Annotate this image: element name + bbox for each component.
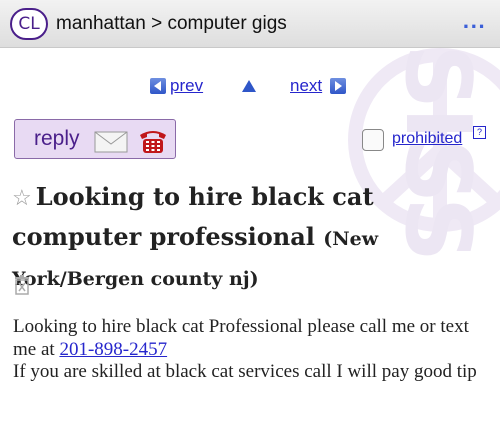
posting-nav: prev next — [150, 76, 360, 98]
up-arrow-icon[interactable] — [242, 80, 256, 92]
prohibited-checkbox[interactable] — [362, 129, 384, 151]
next-link[interactable]: next — [290, 76, 322, 96]
posting-body: Looking to hire black cat Professional p… — [13, 316, 493, 384]
prohibited-link[interactable]: prohibited — [392, 130, 462, 148]
star-icon[interactable]: ☆ — [12, 186, 32, 211]
reply-button[interactable]: reply — [14, 119, 176, 159]
trash-icon[interactable] — [14, 275, 30, 295]
mail-icon — [94, 131, 128, 153]
prev-link[interactable]: prev — [170, 76, 203, 96]
phone-icon — [140, 131, 166, 153]
breadcrumb[interactable]: manhattan > computer gigs — [56, 13, 287, 35]
help-icon[interactable]: ? — [473, 126, 486, 139]
posting-title: ☆ Looking to hire black cat computer prof… — [12, 178, 492, 298]
craigslist-logo[interactable]: CL — [10, 8, 48, 40]
phone-link[interactable]: 201-898-2457 — [59, 339, 167, 360]
next-arrow-icon[interactable] — [330, 78, 346, 94]
posting-body-line2: If you are skilled at black cat services… — [13, 361, 477, 382]
menu-button[interactable]: ... — [462, 12, 486, 33]
header-bar: CL manhattan > computer gigs ... — [0, 0, 500, 48]
posting-title-text: Looking to hire black cat computer profe… — [12, 182, 374, 251]
prev-arrow-icon[interactable] — [150, 78, 166, 94]
reply-label: reply — [34, 127, 80, 150]
